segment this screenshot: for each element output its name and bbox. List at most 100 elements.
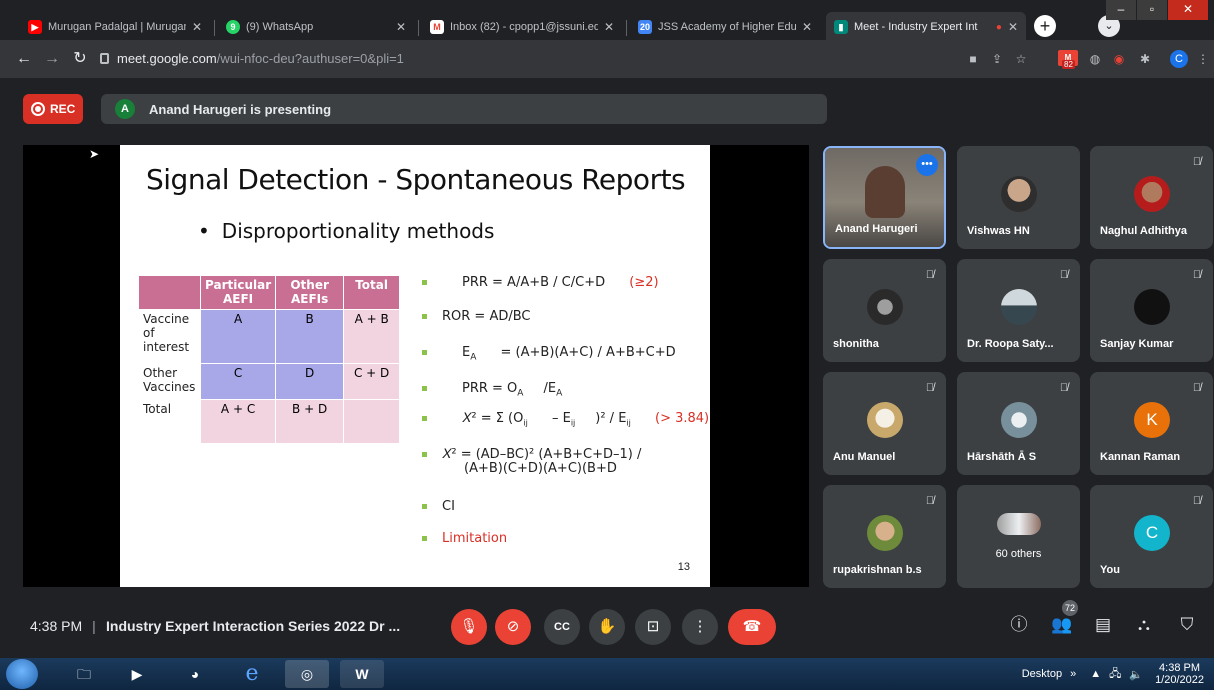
browser-tab[interactable]: ▶ Murugan Padalgal | Murugan ✕: [20, 14, 210, 40]
participant-tile[interactable]: 🎙̸ Naghul Adhithya: [1090, 146, 1213, 249]
presenter-avatar: A: [115, 99, 135, 119]
chat-icon[interactable]: ▤: [1088, 610, 1118, 640]
windows-taskbar: 🗀 ▶ ◕ e ◎ W Desktop » ▲ 🖧 🔈 4:38 PM 1/20…: [0, 658, 1214, 690]
maximize-button[interactable]: ▫: [1137, 0, 1167, 20]
speaker-figure: [865, 166, 905, 218]
avatar: [1134, 176, 1170, 212]
more-options-button[interactable]: ⋮: [682, 609, 718, 645]
close-icon[interactable]: ✕: [802, 20, 812, 34]
back-icon[interactable]: ←: [14, 49, 34, 69]
mic-off-icon: 🎙̸: [1059, 269, 1069, 281]
mic-off-icon: 🎙̸: [1192, 156, 1202, 168]
tray-clock[interactable]: 4:38 PM 1/20/2022: [1155, 662, 1204, 686]
extension-icon[interactable]: ◍: [1086, 50, 1104, 68]
participant-tile[interactable]: 🎙̸ K Kannan Raman: [1090, 372, 1213, 475]
window-close-button[interactable]: ✕: [1168, 0, 1208, 20]
volume-icon[interactable]: 🔈: [1129, 668, 1143, 681]
camera-icon[interactable]: ■: [964, 50, 982, 68]
participant-tile[interactable]: ••• Anand Harugeri: [823, 146, 946, 249]
present-screen-button[interactable]: ⊡: [635, 609, 671, 645]
browser-tab-strip: ▶ Murugan Padalgal | Murugan ✕ 9 (9) Wha…: [0, 0, 1214, 42]
avatar: [1134, 289, 1170, 325]
address-bar[interactable]: meet.google.com/wui-nfoc-deu?authuser=0&…: [117, 51, 404, 66]
avatar: K: [1134, 402, 1170, 438]
desktop-toolbar-label[interactable]: Desktop: [1022, 668, 1062, 680]
media-player-icon[interactable]: ▶: [115, 660, 159, 688]
screen-recorder-extension-icon[interactable]: ◉: [1110, 50, 1128, 68]
firefox-icon[interactable]: ◕: [173, 660, 217, 688]
leave-call-button[interactable]: ☎: [728, 609, 776, 645]
list-item: PRR = OA/EA: [422, 381, 562, 399]
participant-tile[interactable]: 🎙̸ C You: [1090, 485, 1213, 588]
share-icon[interactable]: ⇪: [988, 50, 1006, 68]
forward-icon[interactable]: →: [42, 49, 62, 69]
record-icon: [31, 102, 45, 116]
meeting-details-icon[interactable]: ⓘ: [1004, 610, 1034, 640]
more-options-icon[interactable]: •••: [916, 154, 938, 176]
participant-tile[interactable]: 🎙̸ shonitha: [823, 259, 946, 362]
internet-explorer-icon[interactable]: e: [230, 660, 274, 688]
camera-toggle-button[interactable]: ⊘: [495, 609, 531, 645]
reload-icon[interactable]: ↻: [70, 49, 90, 69]
window-controls: – ▫ ✕: [1105, 0, 1208, 20]
profile-avatar[interactable]: C: [1170, 50, 1188, 68]
captions-button[interactable]: CC: [544, 609, 580, 645]
list-item: Limitation: [422, 531, 507, 546]
mic-off-icon: 🎙̸: [925, 382, 935, 394]
slide-title: Signal Detection - Spontaneous Reports: [146, 163, 686, 196]
calendar-icon: 20: [638, 20, 652, 34]
chrome-icon[interactable]: ◎: [285, 660, 329, 688]
start-button[interactable]: [6, 659, 38, 689]
network-icon[interactable]: 🖧: [1109, 665, 1121, 684]
bookmark-star-icon[interactable]: ☆: [1012, 50, 1030, 68]
puzzle-icon[interactable]: ✱: [1136, 50, 1154, 68]
participant-tile[interactable]: 🎙̸ Anu Manuel: [823, 372, 946, 475]
meeting-title: Industry Expert Interaction Series 2022 …: [106, 618, 401, 634]
participant-tile[interactable]: 🎙̸ Sanjay Kumar: [1090, 259, 1213, 362]
whatsapp-icon: 9: [226, 20, 240, 34]
mic-off-icon: 🎙̸: [1192, 382, 1202, 394]
file-explorer-icon[interactable]: 🗀: [62, 660, 106, 688]
expand-icon[interactable]: »: [1070, 668, 1076, 680]
slide-page-number: 13: [677, 561, 690, 573]
minimize-button[interactable]: –: [1106, 0, 1136, 20]
list-item: ROR = AD/BC: [422, 309, 531, 324]
participant-tile[interactable]: 🎙̸ rupakrishnan b.s: [823, 485, 946, 588]
participant-tile[interactable]: 🎙̸ Dr. Roopa Saty...: [957, 259, 1080, 362]
table-row: Other Vaccines C D C + D: [138, 363, 401, 400]
meet-header: REC A Anand Harugeri is presenting: [0, 78, 1214, 144]
close-icon[interactable]: ✕: [604, 20, 614, 34]
youtube-icon: ▶: [28, 20, 42, 34]
gmail-unread-badge: 82: [1062, 60, 1075, 69]
activities-icon[interactable]: ⛬: [1129, 610, 1159, 640]
browser-tab[interactable]: M Inbox (82) - cpopp1@jssuni.ed ✕: [422, 14, 622, 40]
avatar: [867, 515, 903, 551]
mic-toggle-button[interactable]: 🎙: [451, 609, 487, 645]
slide-subtitle: Disproportionality methods: [198, 219, 495, 243]
presenting-banner: A Anand Harugeri is presenting: [101, 94, 827, 124]
word-icon[interactable]: W: [340, 660, 384, 688]
mic-off-icon: 🎙̸: [1192, 269, 1202, 281]
browser-tab-active[interactable]: ▮ Meet - Industry Expert Int ● ✕: [826, 12, 1026, 42]
participant-tile[interactable]: 🎙̸ Hārshāth Ā S: [957, 372, 1080, 475]
participant-tile[interactable]: 60 others: [957, 485, 1080, 588]
new-tab-button[interactable]: +: [1034, 15, 1056, 37]
browser-tab[interactable]: 20 JSS Academy of Higher Educat ✕: [630, 14, 820, 40]
meet-controls-bar: 4:38 PM | Industry Expert Interaction Ser…: [0, 590, 1214, 658]
raise-hand-button[interactable]: ✋: [589, 609, 625, 645]
host-controls-icon[interactable]: ⛉: [1172, 610, 1202, 640]
close-icon[interactable]: ✕: [1008, 20, 1018, 34]
close-icon[interactable]: ✕: [192, 20, 202, 34]
close-icon[interactable]: ✕: [396, 20, 406, 34]
browser-toolbar: ← → ↻ meet.google.com/wui-nfoc-deu?authu…: [0, 40, 1214, 78]
participant-tile[interactable]: Vishwas HN: [957, 146, 1080, 249]
formula-continuation: (A+B)(C+D)(A+C)(B+D: [464, 461, 617, 476]
browser-tab[interactable]: 9 (9) WhatsApp ✕: [218, 14, 414, 40]
show-hidden-icons-icon[interactable]: ▲: [1090, 668, 1101, 680]
mouse-cursor-icon: ➤: [89, 147, 100, 161]
table-row: Particular AEFI Other AEFIs Total: [138, 275, 401, 310]
list-item: 𝑋² = (AD–BC)² (A+B+C+D–1) /: [422, 447, 641, 462]
avatar: [1001, 176, 1037, 212]
menu-kebab-icon[interactable]: ⋮: [1194, 50, 1212, 68]
mic-off-icon: 🎙̸: [1059, 382, 1069, 394]
